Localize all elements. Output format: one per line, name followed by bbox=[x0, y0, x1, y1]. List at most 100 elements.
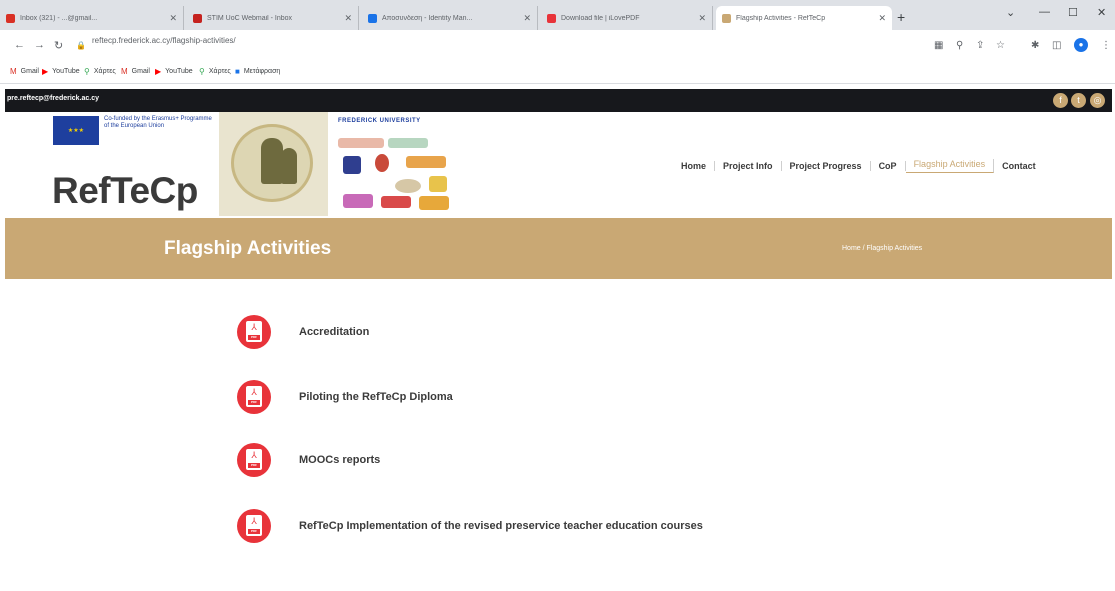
tab-title: Αποσυνδεση - Identity Man... bbox=[382, 14, 473, 22]
bookmark-translate[interactable]: ■ Μετάφραση bbox=[235, 67, 280, 76]
bookmark-label: Gmail bbox=[20, 68, 39, 75]
list-item[interactable]: ⅄ PDF Accreditation bbox=[237, 313, 837, 351]
bookmark-label: YouTube bbox=[165, 68, 193, 75]
bookmark-label: YouTube bbox=[52, 68, 80, 75]
partner-logo bbox=[381, 196, 411, 208]
pdf-icon[interactable]: ⅄ PDF bbox=[237, 443, 271, 477]
youtube-icon: ▶ bbox=[155, 67, 162, 76]
star-icon[interactable]: ☆ bbox=[996, 40, 1005, 51]
close-icon[interactable]: ✕ bbox=[523, 13, 531, 24]
main-navigation: Home Project Info Project Progress CoP F… bbox=[673, 159, 1044, 173]
partner-logo bbox=[406, 156, 446, 168]
gmail-icon: M bbox=[10, 67, 17, 76]
youtube-icon: ▶ bbox=[42, 67, 49, 76]
eu-flag-logo: ★★★ bbox=[53, 116, 99, 145]
nav-cop[interactable]: CoP bbox=[871, 161, 906, 171]
partner-logo bbox=[343, 194, 373, 208]
identity-tab-icon bbox=[368, 13, 377, 23]
contact-email[interactable]: pre.reftecp@frederick.ac.cy bbox=[7, 95, 99, 102]
close-icon[interactable]: ✕ bbox=[169, 13, 177, 24]
ilovepdf-tab-icon bbox=[547, 13, 556, 23]
gmail-tab-icon bbox=[6, 13, 15, 23]
browser-tab-flagship[interactable]: Flagship Activities - RefTeCp ✕ bbox=[716, 6, 892, 30]
nav-flagship-activities[interactable]: Flagship Activities bbox=[905, 159, 995, 173]
nav-home[interactable]: Home bbox=[673, 161, 716, 171]
bookmark-maps-2[interactable]: ⚲ Χάρτες bbox=[199, 67, 231, 76]
list-item[interactable]: ⅄ PDF RefTeCp Implementation of the revis… bbox=[237, 507, 837, 545]
reftecp-tab-icon bbox=[722, 13, 731, 23]
document-link[interactable]: RefTeCp Implementation of the revised pr… bbox=[299, 520, 703, 532]
site-top-bar: pre.reftecp@frederick.ac.cy f t ◎ bbox=[5, 89, 1112, 112]
emblem-figure-small bbox=[281, 148, 297, 184]
page-title: Flagship Activities bbox=[164, 238, 332, 259]
reftecp-logo[interactable]: RefTeCp bbox=[52, 170, 198, 212]
close-icon[interactable]: ✕ bbox=[698, 13, 706, 24]
tab-title: STIM UoC Webmail - Inbox bbox=[207, 14, 293, 22]
bookmark-youtube-2[interactable]: ▶ YouTube bbox=[155, 67, 193, 76]
document-link[interactable]: Accreditation bbox=[299, 326, 369, 338]
tab-title: Flagship Activities - RefTeCp bbox=[736, 14, 826, 22]
eu-cofunding-text: Co-funded by the Erasmus+ Programme of t… bbox=[104, 116, 212, 129]
maps-icon: ⚲ bbox=[199, 67, 205, 76]
bookmark-maps[interactable]: ⚲ Χάρτες bbox=[84, 67, 116, 76]
nav-project-info[interactable]: Project Info bbox=[715, 161, 782, 171]
site-header: ★★★ Co-funded by the Erasmus+ Programme … bbox=[5, 112, 1112, 218]
browser-tab-ilovepdf[interactable]: Download file | iLovePDF ✕ bbox=[541, 6, 713, 30]
document-link[interactable]: MOOCs reports bbox=[299, 454, 380, 466]
pdf-icon[interactable]: ⅄ PDF bbox=[237, 315, 271, 349]
translate-page-icon[interactable]: ▦ bbox=[934, 40, 943, 51]
partner-logo bbox=[395, 179, 421, 193]
twitter-icon[interactable]: t bbox=[1071, 93, 1086, 108]
bookmark-label: Χάρτες bbox=[208, 68, 231, 75]
profile-avatar[interactable]: ● bbox=[1074, 38, 1088, 52]
browser-tab-webmail[interactable]: STIM UoC Webmail - Inbox ✕ bbox=[187, 6, 359, 30]
sidepanel-icon[interactable]: ◫ bbox=[1052, 40, 1061, 51]
zoom-icon[interactable]: ⚲ bbox=[956, 40, 963, 51]
bookmark-label: Χάρτες bbox=[93, 68, 116, 75]
list-item[interactable]: ⅄ PDF Piloting the RefTeCp Diploma bbox=[237, 378, 837, 416]
partner-logo bbox=[429, 176, 447, 192]
bookmark-youtube[interactable]: ▶ YouTube bbox=[42, 67, 80, 76]
facebook-icon[interactable]: f bbox=[1053, 93, 1068, 108]
url-input[interactable]: reftecp.frederick.ac.cy/flagship-activit… bbox=[92, 36, 236, 45]
minimize-icon[interactable]: — bbox=[1039, 6, 1050, 18]
tab-title: Inbox (321) - ...@gmail... bbox=[20, 14, 98, 22]
menu-kebab-icon[interactable]: ⋮ bbox=[1101, 40, 1111, 51]
partner-logo bbox=[338, 138, 384, 148]
chevron-down-icon[interactable]: ⌄ bbox=[1006, 6, 1015, 19]
breadcrumb[interactable]: Home / Flagship Activities bbox=[842, 245, 922, 252]
instagram-icon[interactable]: ◎ bbox=[1090, 93, 1105, 108]
pdf-icon[interactable]: ⅄ PDF bbox=[237, 509, 271, 543]
extensions-icon[interactable]: ✱ bbox=[1031, 40, 1039, 51]
maximize-icon[interactable]: ☐ bbox=[1068, 6, 1078, 19]
browser-tab-gmail[interactable]: Inbox (321) - ...@gmail... ✕ bbox=[0, 6, 184, 30]
lock-icon: 🔒 bbox=[76, 41, 86, 50]
nav-contact[interactable]: Contact bbox=[994, 161, 1044, 171]
list-item[interactable]: ⅄ PDF MOOCs reports bbox=[237, 441, 837, 479]
browser-tab-bar: Inbox (321) - ...@gmail... ✕ STIM UoC We… bbox=[0, 0, 1115, 30]
partner-logo bbox=[388, 138, 428, 148]
close-window-icon[interactable]: ✕ bbox=[1097, 6, 1106, 19]
bookmark-gmail[interactable]: M Gmail bbox=[10, 67, 39, 76]
tab-title: Download file | iLovePDF bbox=[561, 14, 640, 22]
address-bar-row: ← → ↻ 🔒 bbox=[0, 30, 1115, 62]
reload-icon[interactable]: ↻ bbox=[54, 39, 63, 52]
emblem-figure bbox=[261, 138, 283, 184]
partner-frederick-name: FREDERICK UNIVERSITY bbox=[338, 118, 421, 124]
new-tab-icon[interactable]: + bbox=[897, 9, 905, 25]
back-icon[interactable]: ← bbox=[14, 39, 25, 51]
gmail-icon: M bbox=[121, 67, 128, 76]
share-icon[interactable]: ⇪ bbox=[976, 40, 984, 51]
partner-logos: FREDERICK UNIVERSITY bbox=[338, 118, 468, 129]
nav-project-progress[interactable]: Project Progress bbox=[782, 161, 871, 171]
close-icon[interactable]: ✕ bbox=[878, 13, 886, 24]
main-content: ⅄ PDF Accreditation ⅄ PDF Piloting the Ref… bbox=[5, 279, 1112, 591]
document-link[interactable]: Piloting the RefTeCp Diploma bbox=[299, 391, 453, 403]
bookmark-gmail-2[interactable]: M Gmail bbox=[121, 67, 150, 76]
page-title-banner: Flagship Activities Home / Flagship Acti… bbox=[5, 218, 1112, 279]
pdf-icon[interactable]: ⅄ PDF bbox=[237, 380, 271, 414]
browser-tab-identity[interactable]: Αποσυνδεση - Identity Man... ✕ bbox=[362, 6, 538, 30]
maps-icon: ⚲ bbox=[84, 67, 90, 76]
forward-icon[interactable]: → bbox=[34, 39, 45, 51]
close-icon[interactable]: ✕ bbox=[344, 13, 352, 24]
